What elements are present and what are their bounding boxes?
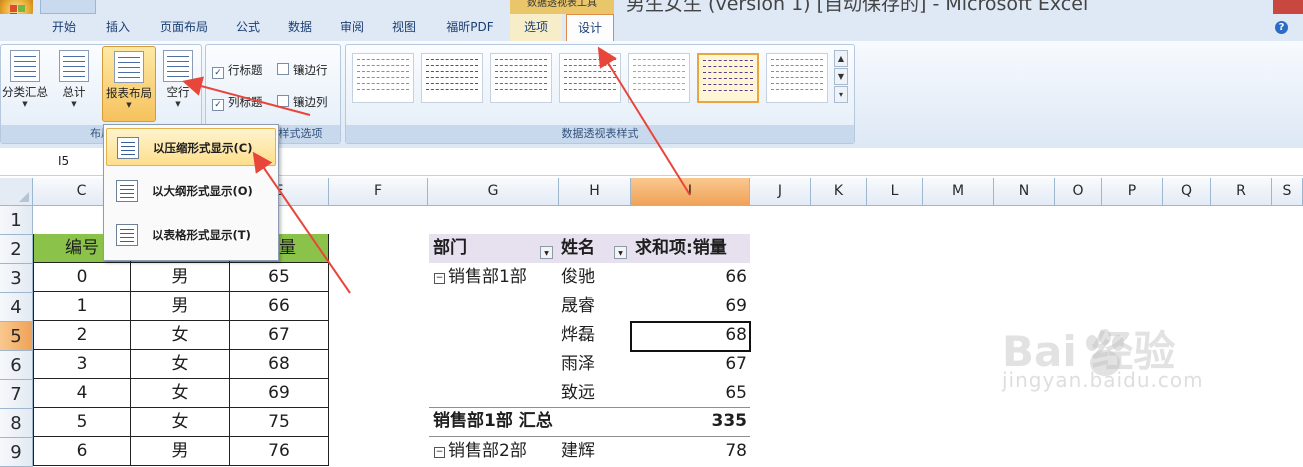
arrow-to-report-layout xyxy=(182,76,311,116)
baidu-watermark-url: jingyan.baidu.com xyxy=(1002,368,1204,392)
arrow-to-design-tab xyxy=(597,46,691,196)
annotation-arrows xyxy=(182,46,691,294)
arrow-to-compact-item xyxy=(252,151,351,294)
